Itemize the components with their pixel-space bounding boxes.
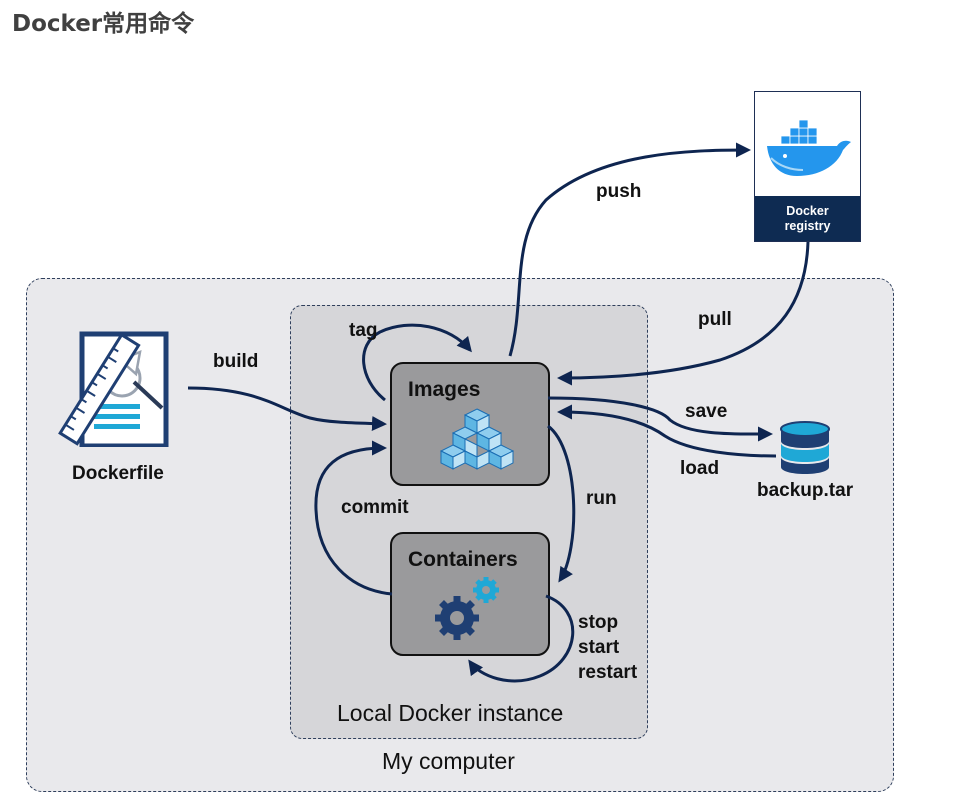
start-label: start <box>578 637 620 658</box>
tag-label: tag <box>349 320 378 341</box>
pull-label: pull <box>698 309 732 330</box>
push-label: push <box>596 181 642 202</box>
load-label: load <box>680 458 720 479</box>
pull-arrow <box>557 241 810 386</box>
commit-arrow <box>314 440 393 596</box>
build-arrow <box>187 386 387 431</box>
run-label: run <box>586 488 617 509</box>
save-label: save <box>685 401 728 422</box>
commit-label: commit <box>341 497 409 518</box>
stop-label: stop <box>578 612 619 633</box>
tag-arrow <box>362 323 472 402</box>
run-arrow <box>547 424 576 583</box>
command-arrows <box>187 142 810 683</box>
build-label: build <box>213 351 259 372</box>
save-arrow <box>547 396 773 442</box>
restart-label: restart <box>578 662 638 683</box>
stop-start-restart-arrow <box>468 594 575 683</box>
